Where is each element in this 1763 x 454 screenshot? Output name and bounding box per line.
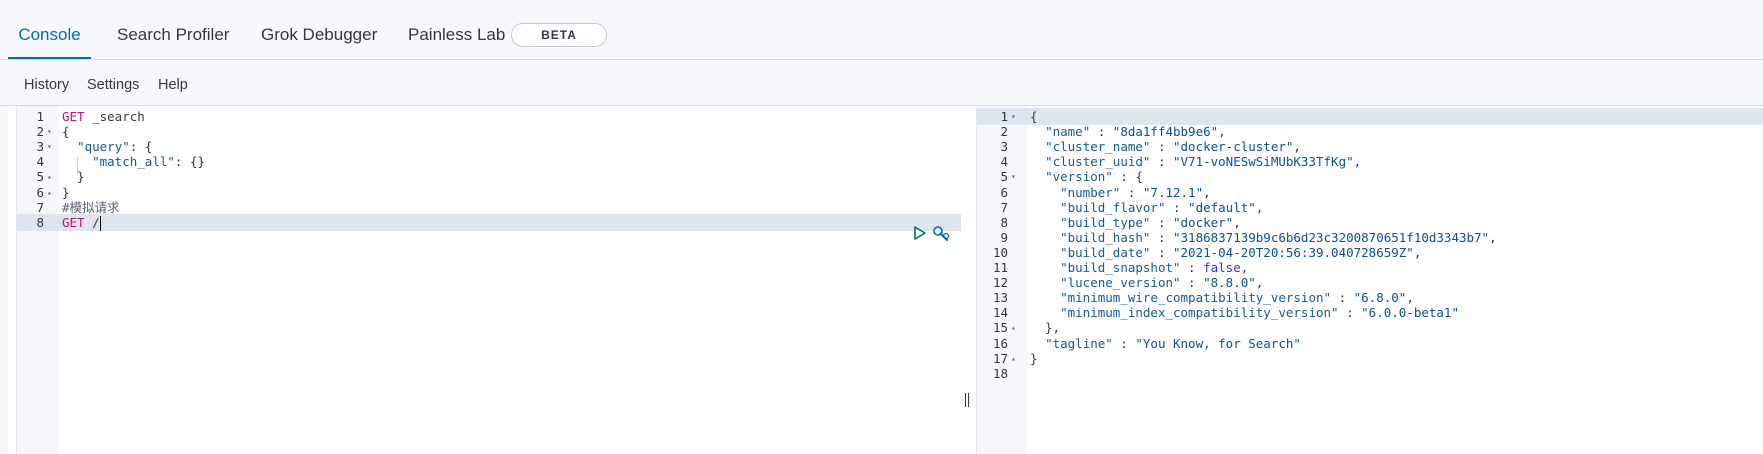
- line-number: 18: [992, 365, 1008, 381]
- pane-resize-handle[interactable]: [965, 393, 971, 407]
- tab-bar: Console Search Profiler Grok Debugger Pa…: [0, 0, 1763, 60]
- page-left-strip: [0, 106, 8, 454]
- text-cursor: [99, 215, 101, 231]
- line-number: 8: [36, 214, 44, 230]
- console-toolbar: History Settings Help: [0, 60, 1763, 106]
- help-link[interactable]: Help: [158, 77, 188, 93]
- tab-painless-lab[interactable]: Painless Lab: [408, 0, 505, 58]
- history-link[interactable]: History: [24, 77, 69, 93]
- tab-console[interactable]: Console: [8, 0, 91, 59]
- response-line[interactable]: 18: [977, 365, 1763, 382]
- tab-grok-debugger[interactable]: Grok Debugger: [261, 0, 377, 58]
- wrench-icon[interactable]: [933, 226, 950, 241]
- code-text: GET /: [62, 214, 101, 231]
- indent-guide: [77, 157, 78, 174]
- request-line[interactable]: 8 GET /: [17, 213, 961, 231]
- request-actions: [913, 225, 953, 244]
- play-icon[interactable]: [914, 226, 926, 240]
- response-viewer[interactable]: 1 ▾{2 "name" : "8da1ff4bb9e6", 3 "cluster_…: [976, 106, 1763, 454]
- settings-link[interactable]: Settings: [87, 77, 139, 93]
- tab-search-profiler[interactable]: Search Profiler: [117, 0, 229, 58]
- beta-badge: BETA: [511, 23, 607, 47]
- request-editor[interactable]: 1 GET _search 2 ▾{3 ▾ "query": {4 "match_all…: [16, 106, 961, 454]
